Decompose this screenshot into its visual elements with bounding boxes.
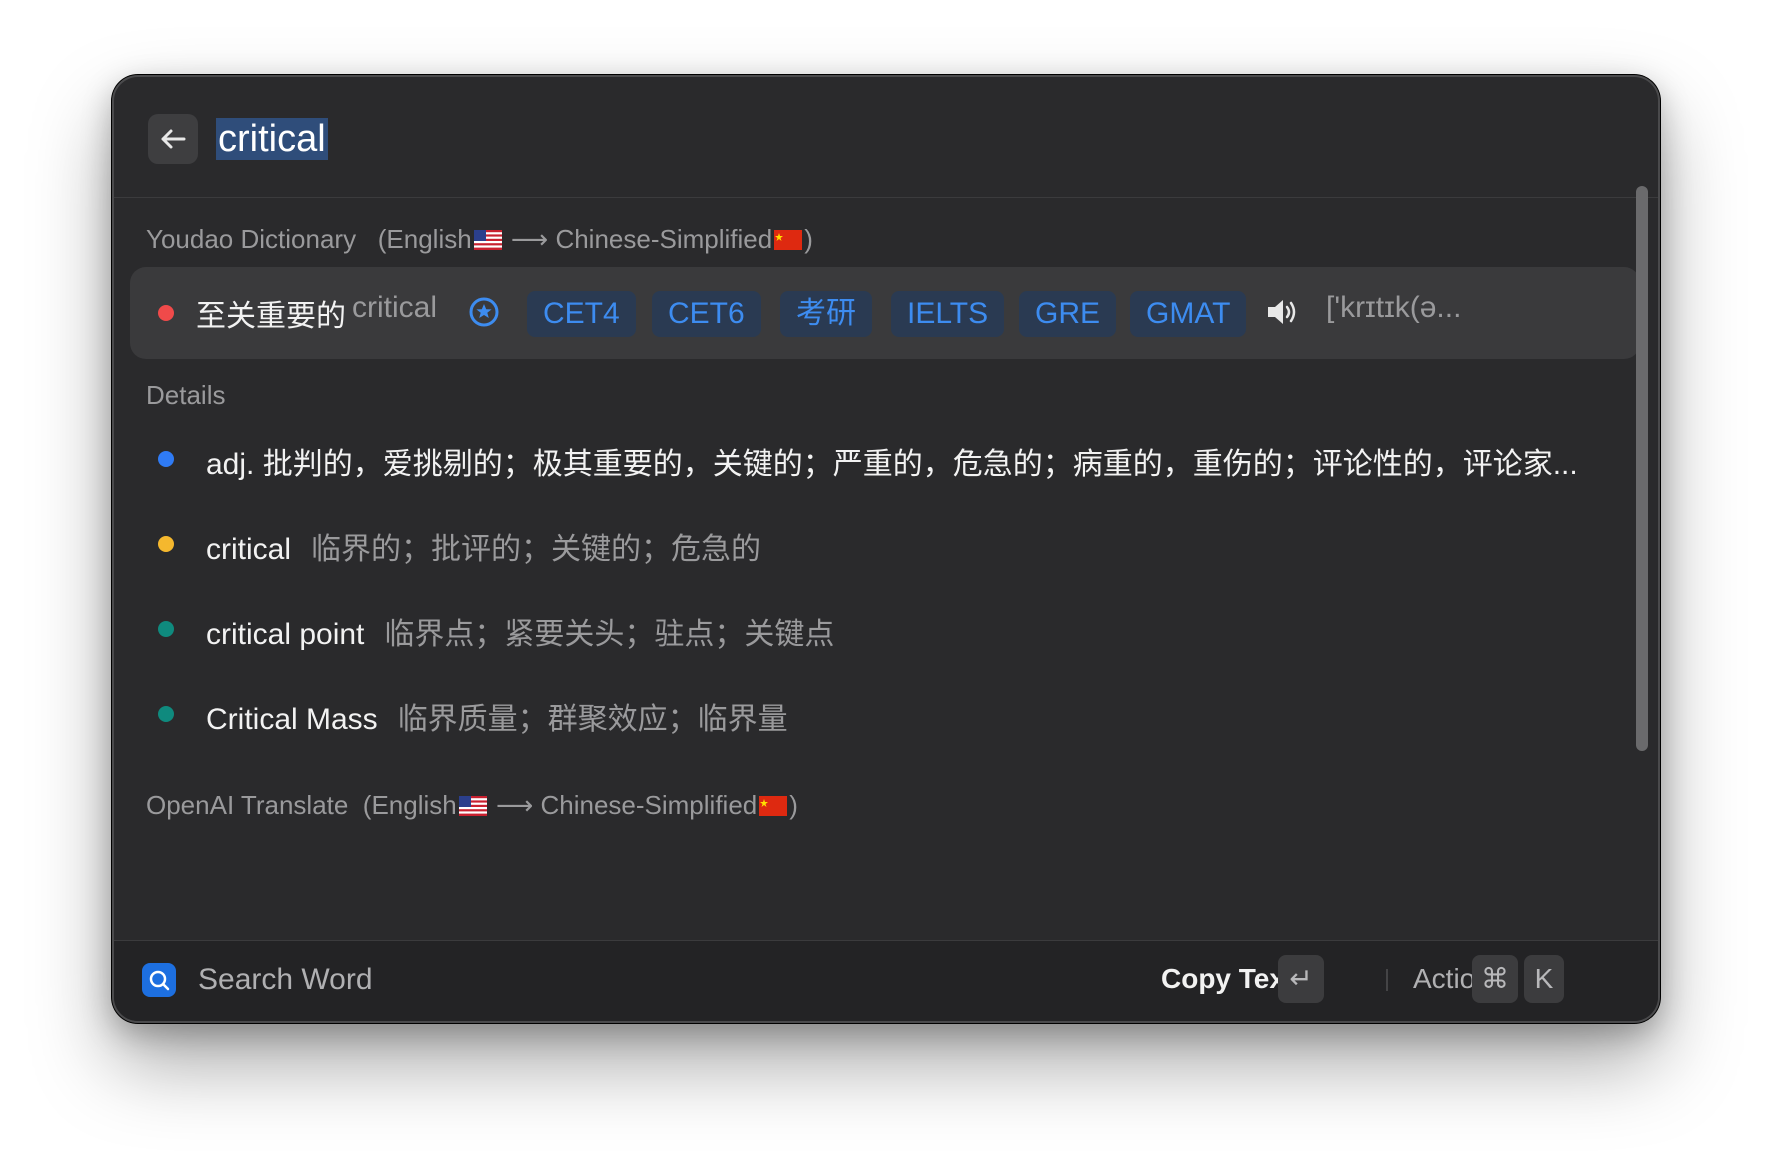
search-input[interactable]: critical	[216, 115, 328, 163]
search-query: critical	[216, 118, 328, 160]
action-bar: Search Word Copy Text ↵ Actions ⌘ K	[114, 940, 1658, 1021]
status-dot	[158, 305, 174, 321]
item-term-wrap: critical 临界的；批评的；关键的；危急的	[206, 524, 761, 568]
exam-tag: IELTS	[891, 291, 1005, 337]
bullet-dot	[158, 451, 174, 467]
list-item[interactable]: Critical Mass 临界质量；群聚效应；临界量	[114, 684, 1624, 744]
lang-from: (English	[362, 790, 457, 820]
item-meaning: 临界质量；群聚效应；临界量	[397, 703, 788, 736]
lang-to: Chinese-Simplified	[555, 224, 773, 254]
item-meaning: 临界点；紧要关头；驻点；关键点	[384, 618, 835, 651]
china-flag-icon	[774, 230, 803, 250]
section-name: Youdao Dictionary	[146, 224, 357, 254]
list-item[interactable]: adj. 批判的，爱挑剔的；极其重要的，关键的；严重的，危急的；病重的，重伤的；…	[114, 429, 1624, 489]
bullet-dot	[158, 536, 174, 552]
item-meaning: 临界的；批评的；关键的；危急的	[311, 533, 762, 566]
exam-tag: GRE	[1019, 291, 1117, 337]
back-button[interactable]	[148, 114, 198, 164]
exam-tag: 考研	[780, 291, 872, 337]
phonetic-text: ['krɪtɪk(ə...	[1326, 291, 1462, 324]
arrow-left-icon	[161, 129, 186, 149]
close-paren: )	[789, 790, 798, 820]
exam-tag: CET6	[652, 291, 761, 337]
divider	[1386, 969, 1388, 991]
results-list: Youdao Dictionary (English ⟶ Chinese-Sim…	[114, 186, 1658, 1021]
star-circle-icon[interactable]	[468, 296, 500, 328]
item-term-wrap: Critical Mass 临界质量；群聚效应；临界量	[206, 694, 788, 738]
item-term: critical	[206, 533, 292, 566]
list-item[interactable]: critical 临界的；批评的；关键的；危急的	[114, 514, 1624, 574]
us-flag-icon	[458, 796, 487, 816]
section-title-details: Details	[146, 380, 226, 410]
item-term: Critical Mass	[206, 703, 378, 736]
item-term: critical point	[206, 618, 365, 651]
command-title: Search Word	[198, 963, 373, 996]
arrow-glyph: ⟶	[510, 224, 549, 254]
dictionary-app-icon	[142, 963, 176, 997]
us-flag-icon	[473, 230, 502, 250]
section-title-openai: OpenAI Translate (English ⟶ Chinese-Simp…	[146, 790, 798, 821]
arrow-glyph: ⟶	[495, 790, 534, 820]
lang-from: (English	[377, 224, 472, 254]
bullet-dot	[158, 706, 174, 722]
word-text: critical	[352, 291, 438, 324]
enter-key-hint[interactable]: ↵	[1278, 955, 1324, 1003]
bullet-dot	[158, 621, 174, 637]
scrollbar[interactable]	[1636, 186, 1648, 751]
cmd-key-hint[interactable]: ⌘	[1472, 955, 1518, 1003]
app-window: critical Youdao Dictionary (English ⟶ Ch…	[112, 75, 1660, 1023]
translation-text: 至关重要的	[196, 300, 346, 333]
item-term: adj. 批判的，爱挑剔的；极其重要的，关键的；严重的，危急的；病重的，重伤的；…	[206, 448, 1578, 481]
copy-text-button[interactable]: Copy Text	[1161, 963, 1294, 995]
item-term-wrap: critical point 临界点；紧要关头；驻点；关键点	[206, 609, 834, 653]
section-name: OpenAI Translate	[146, 790, 349, 820]
exam-tag: GMAT	[1130, 291, 1247, 337]
close-paren: )	[804, 224, 813, 254]
search-bar: critical	[114, 77, 1658, 198]
list-item[interactable]: critical point 临界点；紧要关头；驻点；关键点	[114, 599, 1624, 659]
exam-tag: CET4	[527, 291, 636, 337]
lang-to: Chinese-Simplified	[540, 790, 758, 820]
section-title-youdao: Youdao Dictionary (English ⟶ Chinese-Sim…	[146, 224, 813, 255]
k-key-hint[interactable]: K	[1524, 955, 1564, 1003]
magnifier-icon	[149, 970, 170, 991]
china-flag-icon	[759, 796, 788, 816]
speaker-icon[interactable]	[1265, 296, 1301, 328]
youdao-result-row[interactable]: 至关重要的 critical CET4 CET6 考研 IELTS GRE GM…	[130, 267, 1640, 359]
